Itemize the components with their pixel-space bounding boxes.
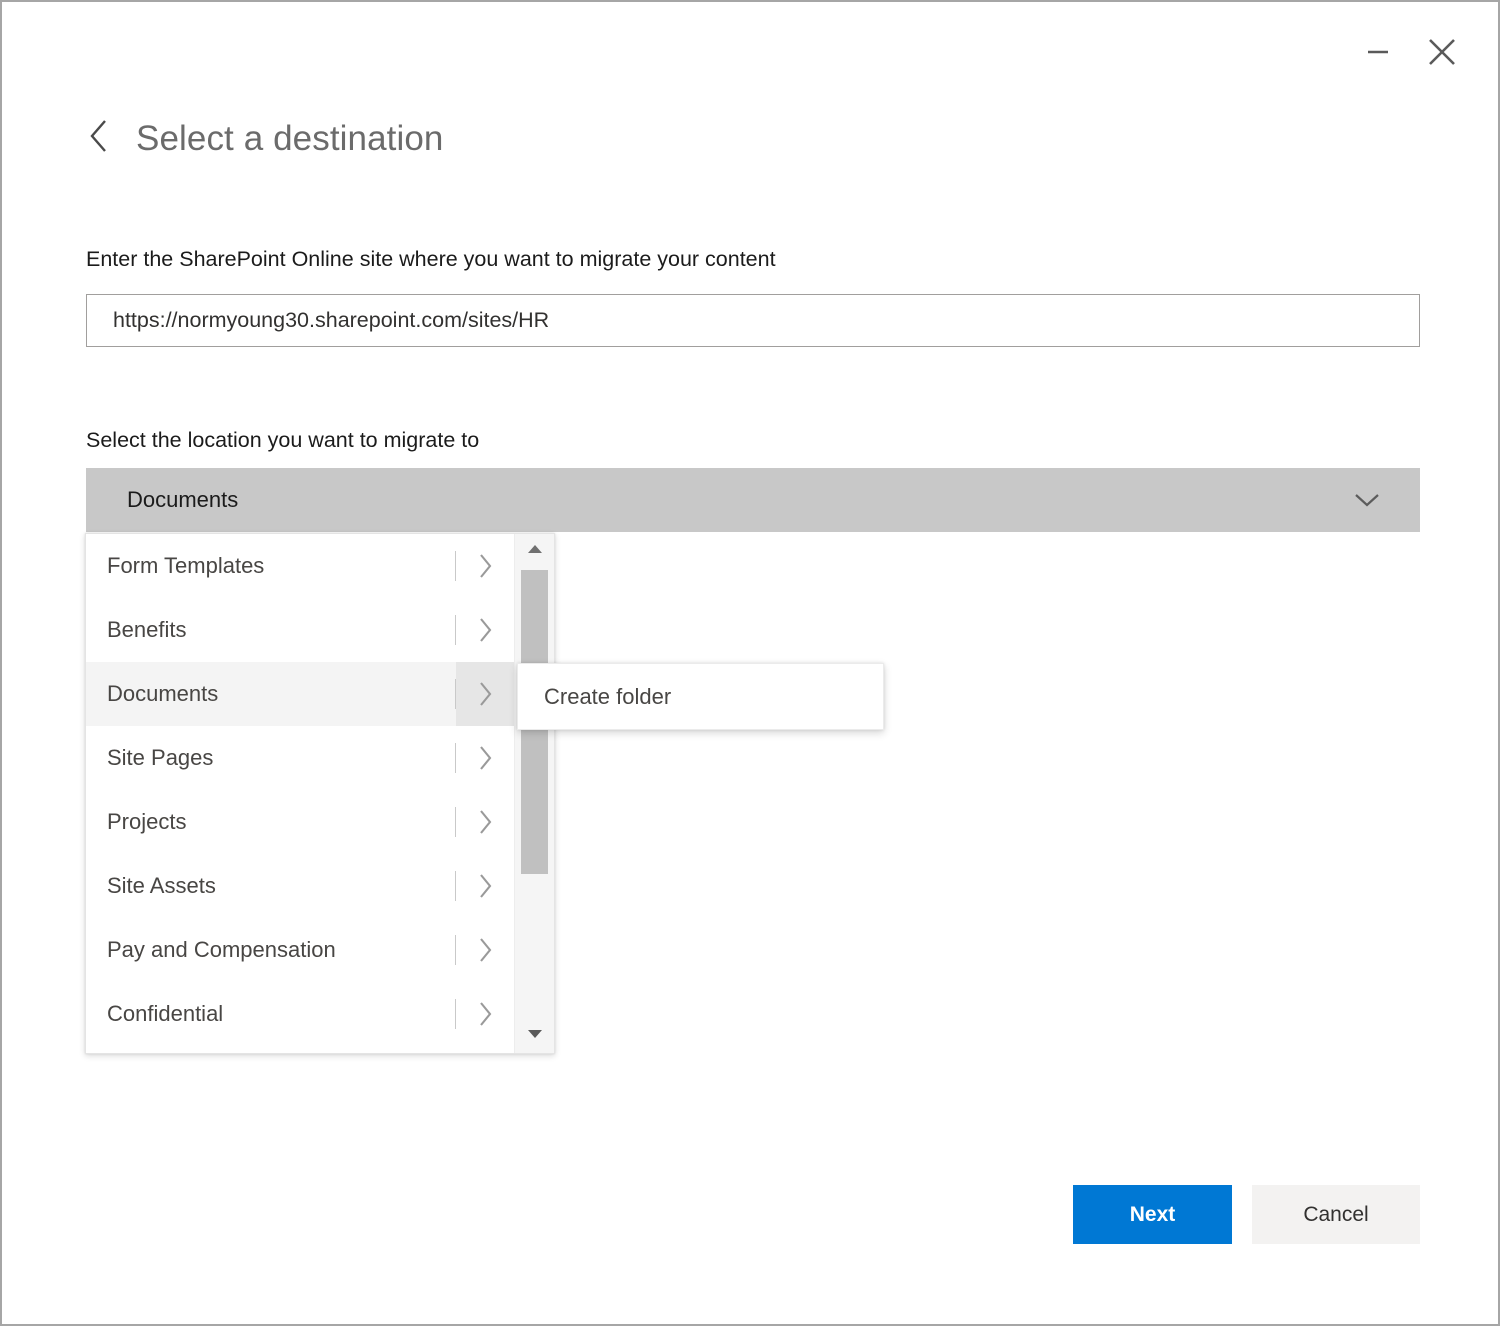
list-item[interactable]: Confidential	[86, 982, 514, 1046]
list-item-label: Form Templates	[86, 534, 455, 598]
location-field-label: Select the location you want to migrate …	[86, 428, 479, 453]
site-field-label: Enter the SharePoint Online site where y…	[86, 247, 776, 272]
list-item-label: Site Pages	[86, 726, 455, 790]
list-item[interactable]: Pay and Compensation	[86, 918, 514, 982]
location-dropdown-value: Documents	[127, 487, 238, 513]
location-dropdown-header[interactable]: Documents	[86, 468, 1420, 532]
chevron-right-icon[interactable]	[456, 854, 514, 918]
list-item-label: Site Assets	[86, 854, 455, 918]
list-item[interactable]: Documents	[86, 662, 514, 726]
create-folder-menu-item[interactable]: Create folder	[544, 684, 671, 710]
chevron-right-icon[interactable]	[456, 598, 514, 662]
location-list-scrollbar[interactable]	[514, 534, 554, 1053]
list-item-label: Benefits	[86, 598, 455, 662]
caret-down-icon	[526, 1027, 544, 1045]
chevron-right-icon[interactable]	[456, 982, 514, 1046]
chevron-right-icon[interactable]	[456, 534, 514, 598]
list-item[interactable]: Site Pages	[86, 726, 514, 790]
page-title: Select a destination	[136, 121, 443, 156]
chevron-right-icon[interactable]	[456, 918, 514, 982]
list-item-label: Confidential	[86, 982, 455, 1046]
title-bar	[2, 2, 1498, 98]
dialog-footer: Next Cancel	[2, 1185, 1498, 1245]
location-dropdown-panel: Form TemplatesBenefitsDocumentsSite Page…	[85, 533, 555, 1054]
list-item-label: Pay and Compensation	[86, 918, 455, 982]
list-item[interactable]: Projects	[86, 790, 514, 854]
list-item[interactable]: Form Templates	[86, 534, 514, 598]
page-header: Select a destination	[82, 114, 443, 162]
close-button[interactable]	[1414, 24, 1470, 80]
chevron-right-icon[interactable]	[456, 790, 514, 854]
caret-up-icon	[526, 542, 544, 560]
migration-dialog-window: Select a destination Enter the SharePoin…	[0, 0, 1500, 1326]
list-item-label: Documents	[86, 662, 455, 726]
minimize-button[interactable]	[1350, 24, 1406, 80]
list-item[interactable]: Benefits	[86, 598, 514, 662]
chevron-down-icon[interactable]	[1352, 490, 1382, 510]
list-item[interactable]: Site Assets	[86, 854, 514, 918]
chevron-left-icon	[86, 116, 112, 161]
scroll-down-button[interactable]	[515, 1019, 554, 1053]
next-button[interactable]: Next	[1073, 1185, 1232, 1244]
chevron-right-icon[interactable]	[456, 662, 514, 726]
close-icon	[1425, 35, 1459, 69]
create-folder-flyout[interactable]: Create folder	[517, 663, 884, 730]
site-url-input[interactable]	[86, 294, 1420, 347]
cancel-button[interactable]: Cancel	[1252, 1185, 1420, 1244]
location-list: Form TemplatesBenefitsDocumentsSite Page…	[86, 534, 514, 1053]
minimize-icon	[1364, 38, 1392, 66]
list-item-label: Projects	[86, 790, 455, 854]
back-button[interactable]	[82, 114, 116, 162]
chevron-right-icon[interactable]	[456, 726, 514, 790]
scroll-up-button[interactable]	[515, 534, 554, 568]
